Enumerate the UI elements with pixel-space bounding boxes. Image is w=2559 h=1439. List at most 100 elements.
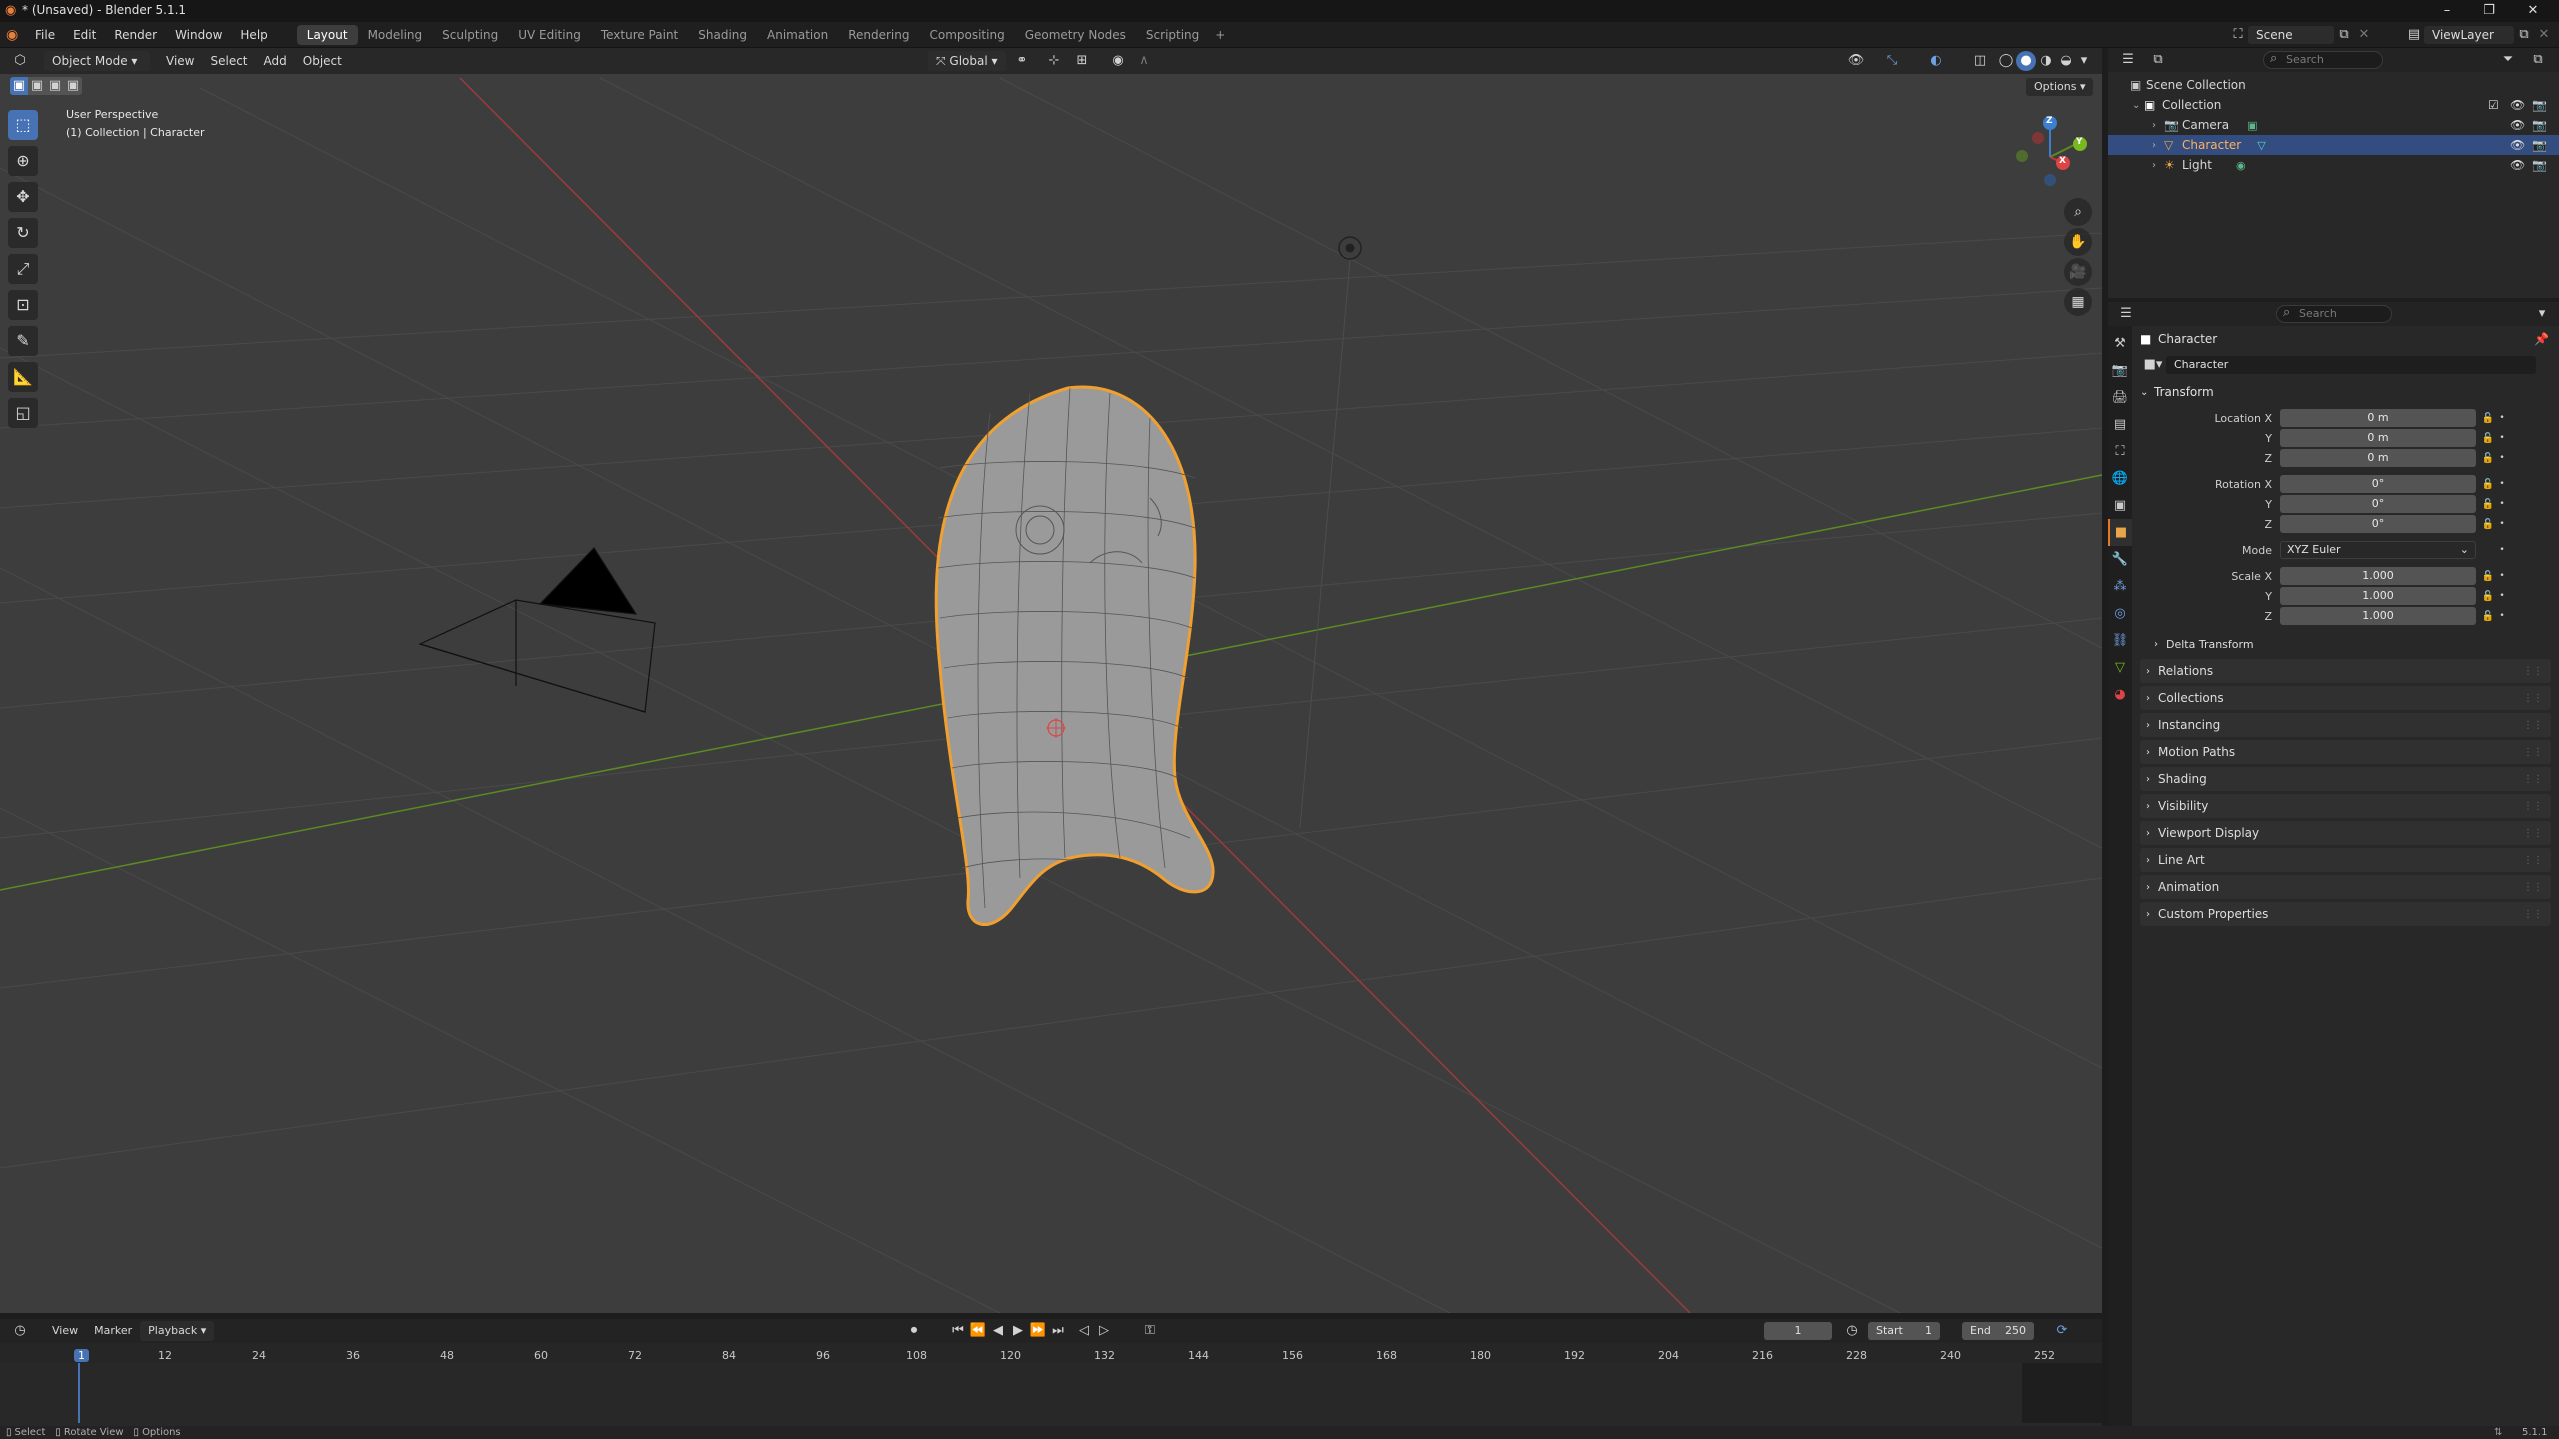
filter-icon[interactable]: ⏷ — [2498, 50, 2518, 70]
cursor-tool[interactable]: ⊕ — [8, 146, 38, 176]
material-shading-icon[interactable]: ◑ — [2036, 51, 2056, 71]
tab-compositing[interactable]: Compositing — [919, 25, 1014, 45]
eye-icon[interactable]: 👁 — [2510, 158, 2525, 172]
outliner-search-input[interactable]: Search — [2263, 51, 2383, 69]
pin-icon[interactable]: 📌 — [2534, 332, 2549, 346]
add-workspace-button[interactable]: + — [1209, 25, 1231, 45]
camera-data-icon[interactable]: ▣ — [2247, 119, 2257, 132]
tab-texture-paint[interactable]: Texture Paint — [591, 25, 688, 45]
expand-chevron-icon[interactable]: › — [2152, 120, 2164, 131]
delete-view-layer-icon[interactable]: ✕ — [2534, 25, 2554, 45]
tree-row-camera[interactable]: › 📷 Camera ▣ 👁 📷 — [2108, 115, 2559, 135]
collection-tab-icon[interactable]: ▣ — [2108, 492, 2132, 519]
tool-settings-tab-icon[interactable]: ⚒ — [2108, 330, 2132, 357]
tab-geometry-nodes[interactable]: Geometry Nodes — [1015, 25, 1136, 45]
scale-x-field[interactable]: 1.000 — [2280, 567, 2476, 585]
light-data-icon[interactable]: ◉ — [2236, 159, 2246, 172]
expand-chevron-icon[interactable]: › — [2152, 160, 2164, 171]
annotate-tool[interactable]: ✎ — [8, 326, 38, 356]
drag-handle-icon[interactable]: ⋮⋮ — [2523, 909, 2543, 920]
select-new-icon[interactable]: ▣ — [10, 77, 28, 95]
menu-add[interactable]: Add — [256, 51, 295, 71]
datablock-type-icon[interactable]: ■▾ — [2140, 355, 2166, 375]
jump-keyframe-forward-icon[interactable]: ⏩ — [1028, 1321, 1048, 1341]
panel-collections[interactable]: › Collections ⋮⋮ — [2140, 686, 2551, 710]
delta-transform-subpanel[interactable]: › Delta Transform — [2154, 632, 2559, 656]
menu-object[interactable]: Object — [295, 51, 350, 71]
scale-y-field[interactable]: 1.000 — [2280, 587, 2476, 605]
options-dropdown[interactable]: Options ▾ — [2026, 78, 2094, 96]
panel-custom-properties[interactable]: › Custom Properties ⋮⋮ — [2140, 902, 2551, 926]
mesh-data-icon[interactable]: ▽ — [2257, 139, 2265, 152]
panel-relations[interactable]: › Relations ⋮⋮ — [2140, 659, 2551, 683]
jump-keyframe-back-icon[interactable]: ⏪ — [968, 1321, 988, 1341]
add-cube-tool[interactable]: ◱ — [8, 398, 38, 428]
move-tool[interactable]: ✥ — [8, 182, 38, 212]
outliner-editor-icon[interactable]: ☰ — [2118, 50, 2138, 70]
rendered-shading-icon[interactable]: ◒ — [2056, 51, 2076, 71]
playhead-label[interactable]: 1 — [74, 1349, 89, 1362]
snap-target-icon[interactable]: ⊞ — [1072, 51, 1092, 71]
proportional-edit-icon[interactable]: ◉ — [1108, 51, 1128, 71]
timeline-menu-view[interactable]: View — [44, 1321, 86, 1341]
panel-line-art[interactable]: › Line Art ⋮⋮ — [2140, 848, 2551, 872]
jump-start-icon[interactable]: ⏮ — [948, 1321, 968, 1341]
light-object[interactable] — [1299, 236, 1362, 829]
timeline-view-icon[interactable]: ⟳ — [2052, 1321, 2072, 1341]
keyframe-dot-icon[interactable]: • — [2496, 611, 2508, 621]
properties-search-input[interactable]: Search — [2276, 305, 2392, 323]
lock-icon[interactable]: 🔓 — [2480, 611, 2496, 622]
lock-icon[interactable]: 🔓 — [2480, 479, 2496, 490]
scene-name[interactable]: Scene — [2248, 26, 2334, 44]
display-mode-icon[interactable]: ⧉ — [2148, 50, 2168, 70]
drag-handle-icon[interactable]: ⋮⋮ — [2523, 720, 2543, 731]
drag-handle-icon[interactable]: ⋮⋮ — [2523, 882, 2543, 893]
rotation-z-field[interactable]: 0° — [2280, 515, 2476, 533]
tree-row-character[interactable]: › ▽ Character ▽ 👁 📷 — [2108, 135, 2559, 155]
camera-view-icon[interactable]: 🎥 — [2064, 258, 2092, 286]
menu-render[interactable]: Render — [105, 22, 166, 48]
lock-icon[interactable]: 🔓 — [2480, 433, 2496, 444]
delete-scene-icon[interactable]: ✕ — [2354, 25, 2374, 45]
zoom-icon[interactable]: ⌕ — [2064, 198, 2092, 226]
character-mesh[interactable] — [934, 385, 1215, 926]
lock-icon[interactable]: 🔓 — [2480, 571, 2496, 582]
panel-motion-paths[interactable]: › Motion Paths ⋮⋮ — [2140, 740, 2551, 764]
output-tab-icon[interactable]: 🖨 — [2108, 384, 2132, 411]
tree-row-collection[interactable]: ⌄ ▣ Collection ☑ 👁 📷 — [2108, 95, 2559, 115]
current-frame-field[interactable]: 1 — [1764, 1322, 1832, 1340]
location-y-field[interactable]: 0 m — [2280, 429, 2476, 447]
drag-handle-icon[interactable]: ⋮⋮ — [2523, 801, 2543, 812]
object-data-tab-icon[interactable]: ▽ — [2108, 654, 2132, 681]
tree-row-light[interactable]: › ☀ Light ◉ 👁 📷 — [2108, 155, 2559, 175]
menu-window[interactable]: Window — [166, 22, 231, 48]
new-collection-icon[interactable]: ⧉ — [2528, 50, 2548, 70]
lock-icon[interactable]: 🔓 — [2480, 519, 2496, 530]
keyframe-dot-icon[interactable]: • — [2496, 433, 2508, 443]
minimize-icon[interactable]: – — [2438, 2, 2456, 20]
constraints-tab-icon[interactable]: ⛓ — [2108, 627, 2132, 654]
keyframe-dot-icon[interactable]: • — [2496, 413, 2508, 423]
exclude-checkbox-icon[interactable]: ☑ — [2488, 98, 2499, 112]
keyframe-dot-icon[interactable]: • — [2496, 571, 2508, 581]
keyframe-dot-icon[interactable]: • — [2496, 453, 2508, 463]
close-icon[interactable]: ✕ — [2524, 2, 2542, 20]
jump-end-icon[interactable]: ⏭ — [1048, 1321, 1068, 1341]
tab-modeling[interactable]: Modeling — [358, 25, 433, 45]
keying-set-icon[interactable]: ⚿ — [1140, 1321, 1160, 1341]
transform-tool[interactable]: ⊡ — [8, 290, 38, 320]
blender-menu-icon[interactable]: ◉ — [6, 27, 26, 43]
render-tab-icon[interactable]: 📷 — [2108, 357, 2132, 384]
solid-shading-icon[interactable]: ● — [2016, 51, 2036, 71]
object-mode-dropdown[interactable]: Object Mode ▾ — [44, 51, 150, 71]
new-view-layer-icon[interactable]: ⧉ — [2514, 25, 2534, 45]
scale-z-field[interactable]: 1.000 — [2280, 607, 2476, 625]
drag-handle-icon[interactable]: ⋮⋮ — [2523, 747, 2543, 758]
menu-view[interactable]: View — [158, 51, 202, 71]
scene-selector[interactable]: ⛶ Scene ⧉ ✕ — [2228, 25, 2374, 45]
select-invert-icon[interactable]: ▣ — [64, 77, 82, 95]
scene-tab-icon[interactable]: ⛶ — [2108, 438, 2132, 465]
menu-edit[interactable]: Edit — [64, 22, 105, 48]
overlays-icon[interactable]: ◐ — [1926, 51, 1946, 71]
lock-icon[interactable]: 🔓 — [2480, 413, 2496, 424]
